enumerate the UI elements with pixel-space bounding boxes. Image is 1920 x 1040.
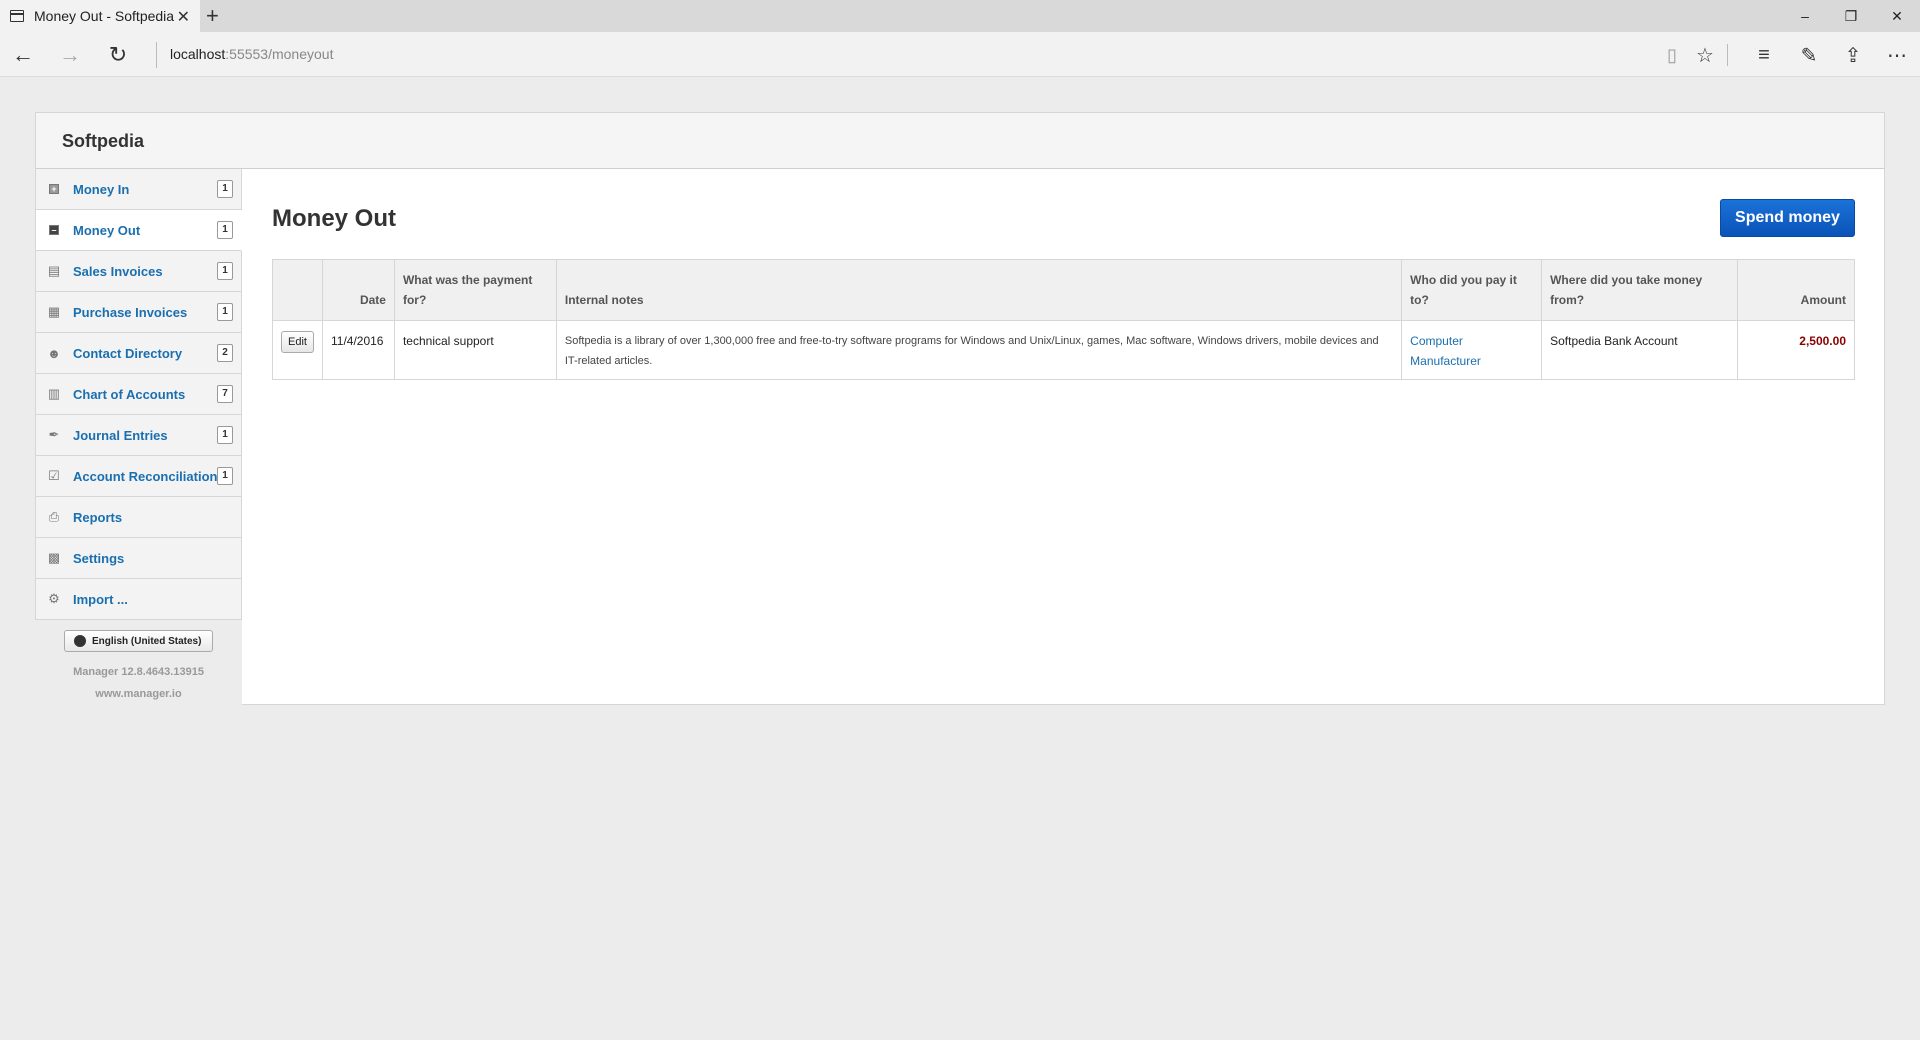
spend-money-button[interactable]: Spend money [1720, 199, 1855, 237]
restore-button[interactable]: ❐ [1828, 0, 1874, 32]
sidebar-item-reports[interactable]: ⎙ Reports [36, 497, 242, 538]
sidebar-item-label: Contact Directory [73, 346, 183, 361]
favorite-star-icon[interactable]: ☆ [1692, 42, 1718, 68]
payee-link[interactable]: Computer Manufacturer [1401, 320, 1543, 380]
calendar-icon: ▦ [47, 304, 61, 319]
language-button[interactable]: English (United States) [64, 630, 213, 652]
column-header-actions [272, 259, 323, 321]
people-icon: ☻ [47, 345, 61, 361]
url-path: :55553/moneyout [225, 46, 334, 62]
actions-cell: Edit [272, 320, 323, 380]
language-label: English (United States) [92, 635, 202, 647]
count-badge: 7 [217, 385, 233, 403]
column-header-notes[interactable]: Internal notes [555, 259, 1403, 321]
url-field[interactable]: localhost:55553/moneyout [170, 46, 333, 62]
table-header-row: Date What was the payment for? Internal … [272, 259, 1856, 321]
column-header-date[interactable]: Date [321, 259, 395, 321]
refresh-icon[interactable]: ↻ [103, 40, 133, 70]
address-separator [156, 42, 157, 68]
sidebar-item-label: Money In [73, 182, 130, 197]
amount-cell: 2,500.00 [1736, 320, 1856, 380]
tab-close-icon[interactable]: ✕ [177, 7, 190, 27]
edit-button[interactable]: Edit [281, 331, 314, 353]
web-note-icon[interactable]: ✎ [1796, 42, 1822, 68]
column-header-account[interactable]: Where did you take money from? [1541, 259, 1738, 321]
column-header-payment-for[interactable]: What was the payment for? [393, 259, 557, 321]
register-icon: ▤ [47, 263, 61, 278]
sidebar-item-money-out[interactable]: – Money Out 1 [36, 210, 242, 251]
hub-icon[interactable]: ≡ [1751, 42, 1777, 68]
site-link[interactable]: www.manager.io [35, 688, 242, 700]
account-cell: Softpedia Bank Account [1541, 320, 1738, 380]
sidebar-item-contact-directory[interactable]: ☻ Contact Directory 2 [36, 333, 242, 374]
count-badge: 1 [217, 180, 233, 198]
sidebar-item-journal-entries[interactable]: ✒ Journal Entries 1 [36, 415, 242, 456]
reading-view-icon[interactable]: ▯ [1659, 42, 1685, 68]
count-badge: 1 [217, 262, 233, 280]
sidebar-item-account-reconciliation[interactable]: ☑ Account Reconciliation 1 [36, 456, 242, 497]
count-badge: 1 [217, 426, 233, 444]
minus-square-icon: – [47, 223, 61, 237]
sidebar-item-settings[interactable]: ▩ Settings [36, 538, 242, 579]
settings-icon: ▩ [47, 550, 61, 565]
sidebar-item-label: Account Reconciliation [73, 469, 218, 484]
sidebar-nav: + Money In 1 – Money Out 1 ▤ Sales Invoi… [35, 169, 242, 620]
table-row: Edit 11/4/2016 technical support Softped… [272, 320, 1856, 380]
column-header-amount[interactable]: Amount [1736, 259, 1856, 321]
tab-title: Money Out - Softpedia [34, 8, 175, 24]
new-tab-button[interactable]: + [206, 3, 219, 29]
sidebar-item-purchase-invoices[interactable]: ▦ Purchase Invoices 1 [36, 292, 242, 333]
notes-cell: Softpedia is a library of over 1,300,000… [555, 320, 1403, 380]
url-host: localhost [170, 46, 226, 62]
page-icon [10, 10, 24, 22]
sidebar-item-money-in[interactable]: + Money In 1 [36, 169, 242, 210]
quill-icon: ✒ [48, 427, 60, 442]
page-title: Money Out [272, 205, 396, 232]
forward-arrow-icon[interactable]: → [55, 40, 85, 70]
sidebar-item-label: Import ... [73, 592, 128, 607]
sidebar-item-label: Journal Entries [73, 428, 168, 443]
toolbar-separator [1727, 44, 1728, 66]
checkbox-icon: ☑ [48, 468, 60, 483]
count-badge: 1 [217, 221, 233, 239]
payment-for-cell: technical support [393, 320, 557, 380]
more-icon[interactable]: ⋯ [1884, 42, 1910, 68]
share-icon[interactable]: ⇪ [1840, 42, 1866, 68]
back-arrow-icon[interactable]: ← [8, 40, 38, 70]
count-badge: 2 [217, 344, 233, 362]
address-bar-row: ← → ↻ localhost:55553/moneyout ▯ ☆ ≡ ✎ ⇪… [0, 32, 1920, 77]
sidebar-item-import[interactable]: ⚙ Import ... [36, 579, 242, 620]
main-content: Money Out Spend money Date What was the … [242, 169, 1885, 705]
column-header-payee[interactable]: Who did you pay it to? [1401, 259, 1543, 321]
count-badge: 1 [217, 467, 233, 485]
printer-icon: ⎙ [48, 509, 60, 524]
sidebar-item-label: Sales Invoices [73, 264, 163, 279]
business-name[interactable]: Softpedia [62, 131, 144, 152]
browser-tab-strip: Money Out - Softpedia ✕ + – ❐ ✕ [0, 0, 1920, 32]
close-window-button[interactable]: ✕ [1874, 0, 1920, 32]
import-icon: ⚙ [48, 591, 60, 606]
browser-tab[interactable]: Money Out - Softpedia ✕ [0, 0, 200, 32]
sidebar-item-chart-of-accounts[interactable]: ▥ Chart of Accounts 7 [36, 374, 242, 415]
plus-square-icon: + [47, 182, 61, 196]
transactions-table: Date What was the payment for? Internal … [272, 259, 1856, 380]
globe-icon [74, 635, 86, 647]
sidebar-item-label: Settings [73, 551, 125, 566]
book-icon: ▥ [47, 386, 61, 401]
sidebar-item-sales-invoices[interactable]: ▤ Sales Invoices 1 [36, 251, 242, 292]
sidebar-item-label: Chart of Accounts [73, 387, 186, 402]
minimize-button[interactable]: – [1782, 0, 1828, 32]
sidebar-item-label: Reports [73, 510, 123, 525]
date-cell: 11/4/2016 [321, 320, 395, 380]
count-badge: 1 [217, 303, 233, 321]
app-header: Softpedia [35, 112, 1885, 169]
sidebar-item-label: Purchase Invoices [73, 305, 188, 320]
sidebar-item-label: Money Out [73, 223, 141, 238]
version-text: Manager 12.8.4643.13915 [73, 666, 204, 678]
